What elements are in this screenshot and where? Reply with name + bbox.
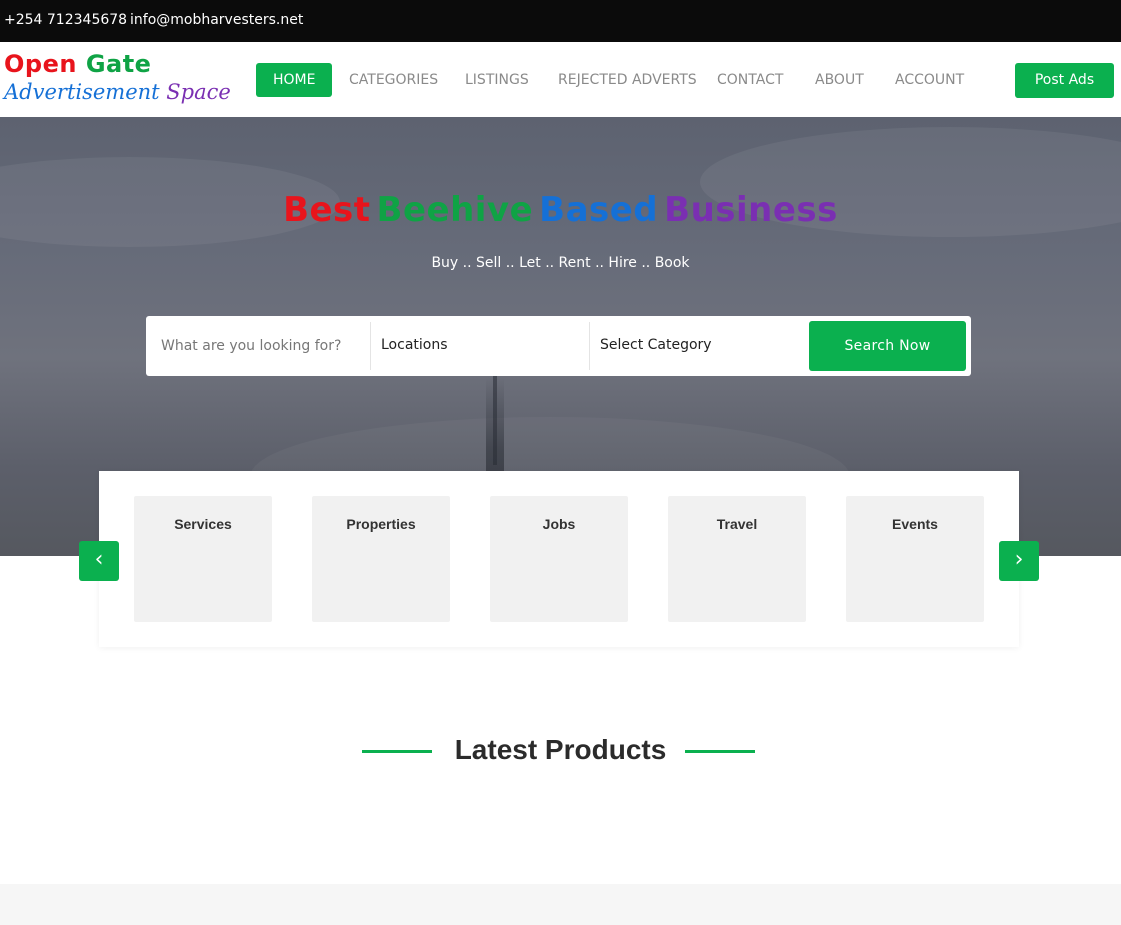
category-label: Travel [716, 516, 758, 532]
nav-about[interactable]: ABOUT [815, 63, 864, 97]
category-services[interactable]: Services [134, 496, 272, 622]
email-address[interactable]: info@mobharvesters.net [130, 12, 303, 28]
nav-contact[interactable]: CONTACT [717, 63, 783, 97]
phone-number[interactable]: +254 712345678 [4, 12, 127, 28]
nav-rejected-adverts[interactable]: REJECTED ADVERTS [558, 63, 697, 97]
site-header: Open Gate Advertisement Space HOME CATEG… [0, 42, 1121, 117]
category-events[interactable]: Events [846, 496, 984, 622]
category-properties[interactable]: Properties [312, 496, 450, 622]
chevron-left-icon[interactable]: ‹ [79, 541, 119, 581]
site-logo[interactable]: Open Gate Advertisement Space [4, 50, 231, 110]
category-label: Properties [346, 516, 416, 532]
category-label: Jobs [542, 516, 576, 532]
title-decoration-right [685, 750, 755, 753]
hero-title: Best Beehive Based Business [283, 190, 838, 230]
category-carousel: Services Properties Jobs Travel Events [99, 471, 1019, 647]
category-label: Events [892, 516, 938, 532]
search-bar: Locations Select Category Search Now [146, 316, 971, 376]
chevron-right-icon[interactable]: › [999, 541, 1039, 581]
logo-subtitle: Advertisement Space [4, 80, 231, 104]
search-input[interactable] [146, 316, 370, 376]
nav-account[interactable]: ACCOUNT [895, 63, 964, 97]
top-bar: +254 712345678 info@mobharvesters.net [0, 0, 1121, 42]
search-now-button[interactable]: Search Now [809, 321, 966, 371]
logo-title: Open Gate [4, 50, 152, 78]
category-jobs[interactable]: Jobs [490, 496, 628, 622]
hero-subtitle: Buy .. Sell .. Let .. Rent .. Hire .. Bo… [431, 255, 690, 271]
latest-products-title: Latest Products [454, 734, 667, 765]
location-select[interactable]: Locations [371, 316, 589, 376]
post-ads-button[interactable]: Post Ads [1015, 63, 1114, 98]
section-band [0, 884, 1121, 925]
category-label: Services [174, 516, 232, 532]
category-select[interactable]: Select Category [590, 316, 808, 376]
nav-categories[interactable]: CATEGORIES [349, 63, 438, 97]
nav-home[interactable]: HOME [256, 63, 333, 97]
category-travel[interactable]: Travel [668, 496, 806, 622]
nav-listings[interactable]: LISTINGS [465, 63, 529, 97]
